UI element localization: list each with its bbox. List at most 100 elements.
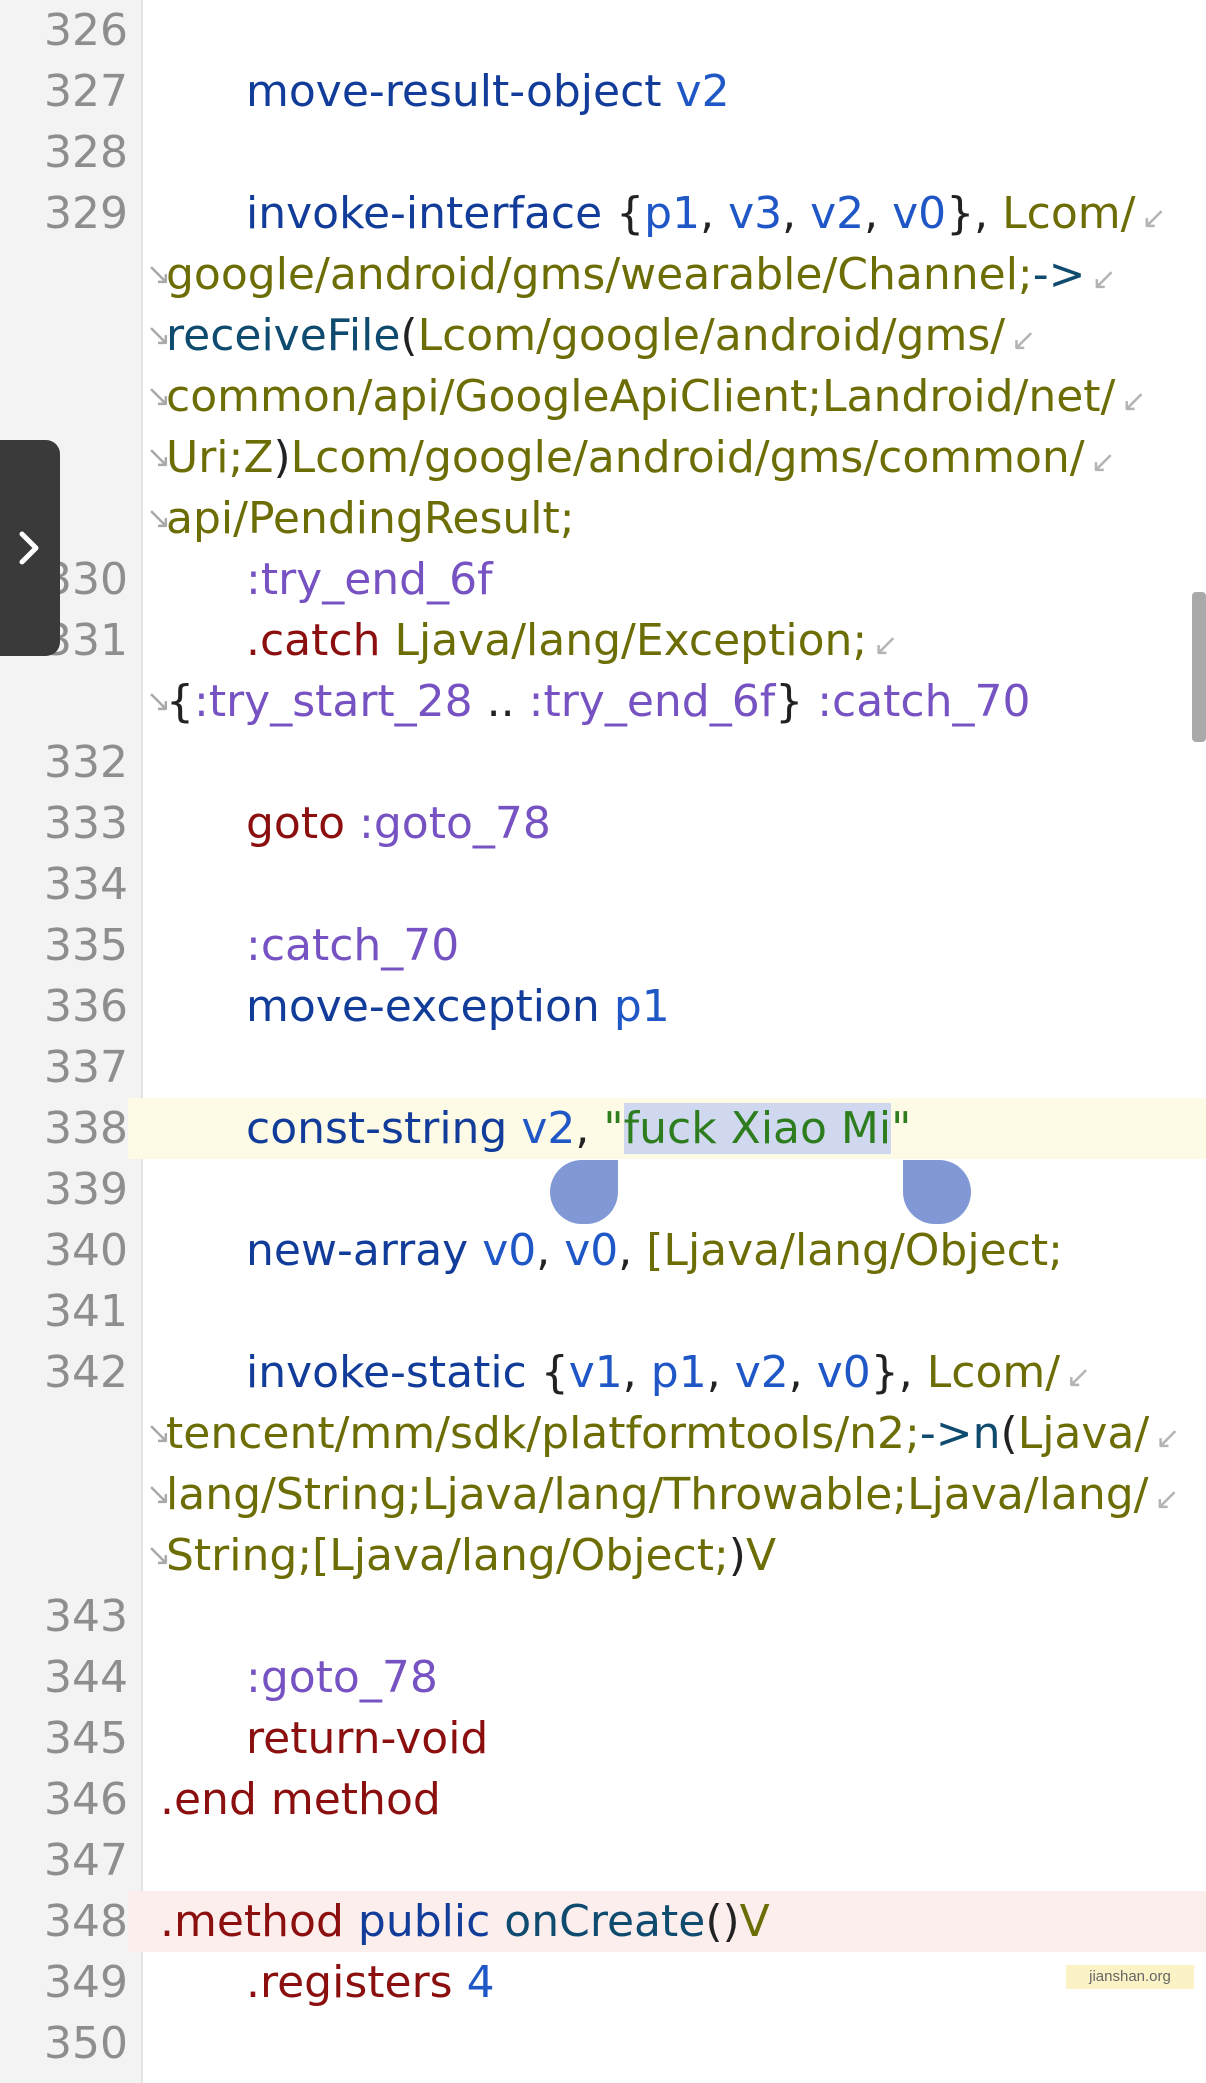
code-text: move-result-object v2	[246, 61, 730, 122]
code-line[interactable]: 327 move-result-object v2	[0, 61, 1206, 122]
code-token: v0	[564, 1225, 619, 1276]
code-token: ,	[782, 188, 811, 239]
line-number: 344	[44, 1652, 128, 1703]
line-number	[0, 305, 128, 366]
line-number	[0, 244, 128, 305]
code-token: Lcom/google/android/gms/common/	[290, 432, 1085, 483]
code-token: v2	[521, 1103, 576, 1154]
code-line[interactable]: 346 .end method	[0, 1769, 1206, 1830]
code-line[interactable]: ↘ google/android/gms/wearable/Channel;-> ↙	[0, 244, 1206, 305]
side-panel-toggle[interactable]	[0, 440, 60, 656]
vertical-scrollbar-thumb[interactable]	[1192, 592, 1206, 742]
code-token: V	[745, 1530, 777, 1581]
code-token: invoke-interface	[246, 188, 603, 239]
code-token: :goto_78	[359, 798, 551, 849]
code-text: .catch Ljava/lang/Exception; ↙	[246, 610, 898, 676]
code-token: google/android/gms/wearable/Channel;	[166, 249, 1033, 300]
code-line[interactable]: 347	[0, 1830, 1206, 1891]
code-line[interactable]: ↘ {:try_start_28 .. :try_end_6f} :catch_7…	[0, 671, 1206, 732]
code-line[interactable]: 340 new-array v0, v0, [Ljava/lang/Object;	[0, 1220, 1206, 1281]
code-token: v0	[482, 1225, 537, 1276]
code-line[interactable]: 332	[0, 732, 1206, 793]
code-text: api/PendingResult;	[166, 488, 575, 549]
code-line[interactable]: 342 invoke-static {v1, p1, v2, v0}, Lcom/…	[0, 1342, 1206, 1403]
code-token: ..	[472, 676, 529, 727]
code-text: lang/String;Ljava/lang/Throwable;Ljava/l…	[166, 1464, 1180, 1530]
line-number	[0, 1525, 128, 1586]
code-token: ,	[575, 1103, 604, 1154]
code-line[interactable]: 331 .catch Ljava/lang/Exception; ↙	[0, 610, 1206, 671]
code-token: n	[972, 1408, 1001, 1459]
code-line[interactable]: 344 :goto_78	[0, 1647, 1206, 1708]
code-line[interactable]: ↘ Uri;Z)Lcom/google/android/gms/common/↙	[0, 427, 1206, 488]
code-token: )	[728, 1530, 746, 1581]
code-token: goto	[246, 798, 346, 849]
code-token: (	[400, 310, 418, 361]
code-line[interactable]: 334	[0, 854, 1206, 915]
code-line[interactable]: 336 move-exception p1	[0, 976, 1206, 1037]
code-text: Uri;Z)Lcom/google/android/gms/common/↙	[166, 427, 1116, 493]
code-text: new-array v0, v0, [Ljava/lang/Object;	[246, 1220, 1063, 1281]
code-text: :goto_78	[246, 1647, 438, 1708]
code-token: ,	[622, 1347, 651, 1398]
code-token: :catch_70	[246, 920, 460, 971]
code-line[interactable]: 335 :catch_70	[0, 915, 1206, 976]
code-line[interactable]: ↘ tencent/mm/sdk/platformtools/n2;->n(Lja…	[0, 1403, 1206, 1464]
code-token: .method	[160, 1896, 344, 1947]
code-line[interactable]: 345 return-void	[0, 1708, 1206, 1769]
code-line[interactable]: ↘ common/api/GoogleApiClient;Landroid/net…	[0, 366, 1206, 427]
code-text: goto :goto_78	[246, 793, 551, 854]
code-text: String;[Ljava/lang/Object;)V	[166, 1525, 776, 1586]
code-token: V	[739, 1896, 770, 1947]
code-line[interactable]: 350	[0, 2013, 1206, 2074]
code-line[interactable]: 328	[0, 122, 1206, 183]
code-line[interactable]: ↘ receiveFile(Lcom/google/android/gms/↙	[0, 305, 1206, 366]
code-token: v0	[892, 188, 947, 239]
code-line[interactable]: 330:try_end_6f	[0, 549, 1206, 610]
wrap-arrow-icon: ↙	[1121, 384, 1147, 419]
code-line[interactable]: ↘ lang/String;Ljava/lang/Throwable;Ljava/…	[0, 1464, 1206, 1525]
code-token: v1	[568, 1347, 623, 1398]
code-line[interactable]: 329 invoke-interface {p1, v3, v2, v0}, Lc…	[0, 183, 1206, 244]
code-line[interactable]: 333 goto :goto_78	[0, 793, 1206, 854]
line-number: 335	[44, 920, 128, 971]
code-token: "	[603, 1103, 624, 1154]
wrap-arrow-icon: ↙	[1011, 323, 1037, 358]
line-number: 333	[44, 798, 128, 849]
code-token: p1	[650, 1347, 707, 1398]
code-line[interactable]: 349 .registers 4	[0, 1952, 1206, 2013]
code-line[interactable]: 341	[0, 1281, 1206, 1342]
selection-start-handle[interactable]	[550, 1160, 618, 1224]
code-line[interactable]: ↘ String;[Ljava/lang/Object;)V	[0, 1525, 1206, 1586]
code-line[interactable]: 337	[0, 1037, 1206, 1098]
code-line[interactable]: 343	[0, 1586, 1206, 1647]
code-text: move-exception p1	[246, 976, 670, 1037]
line-number: 329	[44, 188, 128, 239]
code-token: ,	[700, 188, 729, 239]
code-line[interactable]: 338 const-string v2, "fuck Xiao Mi"	[0, 1098, 1206, 1159]
code-token: }	[775, 676, 818, 727]
code-area[interactable]: 326 327 move-result-object v2 328 329 invoke-…	[0, 0, 1206, 2083]
code-token: .end	[160, 1774, 257, 1825]
line-number	[0, 1464, 128, 1525]
code-line[interactable]: 326	[0, 0, 1206, 61]
selection-end-handle[interactable]	[903, 1160, 971, 1224]
code-token: },	[870, 1347, 927, 1398]
code-token: p1	[613, 981, 670, 1032]
line-number: 349	[44, 1957, 128, 2008]
line-number: 337	[44, 1042, 128, 1093]
code-editor[interactable]: 326 327 move-result-object v2 328 329 invoke-…	[0, 0, 1206, 2083]
code-token: Ljava/	[1017, 1408, 1150, 1459]
code-line[interactable]: ↘ api/PendingResult;	[0, 488, 1206, 549]
code-token: ->	[919, 1408, 973, 1459]
code-token: Uri;Z	[166, 432, 274, 483]
code-token: move-exception	[246, 981, 600, 1032]
code-line[interactable]: 348 .method public onCreate()V	[0, 1891, 1206, 1952]
code-token: return-void	[246, 1713, 489, 1764]
code-token: p1	[644, 188, 701, 239]
code-token: (	[1000, 1408, 1018, 1459]
code-token: },	[946, 188, 1003, 239]
